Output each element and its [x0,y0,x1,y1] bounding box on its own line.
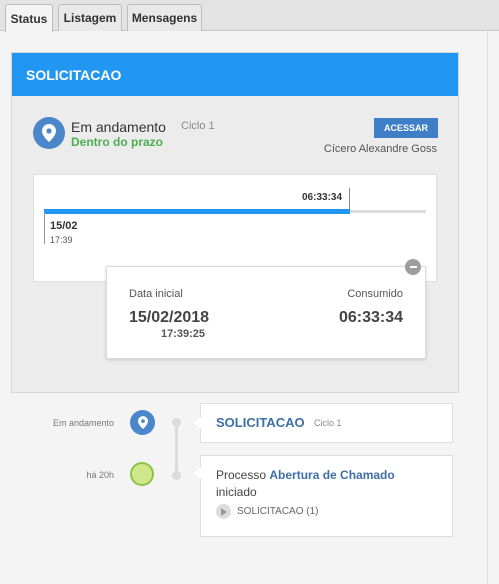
right-divider [487,31,488,584]
start-tick [44,212,45,244]
access-button[interactable]: ACESSAR [374,118,438,138]
start-time-value: 17:39:25 [161,328,206,340]
user-name: Cícero Alexandre Goss [323,143,437,155]
history-cycle: Ciclo 1 [314,418,342,428]
location-pin-icon [130,410,155,435]
history-item: Processo Abertura de Chamado iniciado SO… [194,455,453,537]
location-pin-icon [33,117,65,149]
tab-mensagens[interactable]: Mensagens [127,4,202,31]
tab-listagem[interactable]: Listagem [58,4,122,31]
status-title: Em andamento [71,119,166,135]
history-title[interactable]: SOLICITACAO [216,415,305,430]
history-time-label: Em andamento [52,418,114,428]
card-header: SOLICITACAO [12,53,458,96]
card-arrow [194,417,201,429]
start-date: 15/02 [50,220,78,232]
history-time-label: há 20h [86,470,114,480]
history-dot [172,418,181,427]
history-dot [172,471,181,480]
history-connector [175,423,178,476]
consumed-label: Consumido [347,288,403,300]
process-link[interactable]: Abertura de Chamado [269,468,394,482]
consumed-value: 06:33:34 [338,309,403,326]
sub-activity-label: SOLICITACAO (1) [237,506,319,517]
timeline-progress-fill [44,209,350,214]
deadline-status: Dentro do prazo [71,135,163,149]
history-status: iniciado [216,485,257,499]
elapsed-time: 06:33:34 [302,192,343,203]
collapse-icon[interactable] [405,259,421,275]
history-item[interactable]: SOLICITACAO Ciclo 1 [194,403,453,443]
cycle-label: Ciclo 1 [181,120,215,132]
tab-bar: Status Listagem Mensagens [0,0,499,32]
play-icon[interactable] [216,504,231,519]
tab-status[interactable]: Status [5,4,53,32]
status-card: SOLICITACAO Em andamento Ciclo 1 Dentro … [11,52,459,393]
history-description: Processo Abertura de Chamado [216,468,395,482]
start-date-value: 15/02/2018 [129,309,210,326]
start-hour: 17:39 [50,235,73,245]
history-prefix: Processo [216,468,270,482]
detail-popover: Data inicial Consumido 15/02/2018 17:39:… [106,266,426,359]
start-circle-icon [130,462,154,486]
sub-activity[interactable]: SOLICITACAO (1) [216,504,319,519]
start-date-label: Data inicial [129,288,183,300]
card-arrow [194,467,201,479]
